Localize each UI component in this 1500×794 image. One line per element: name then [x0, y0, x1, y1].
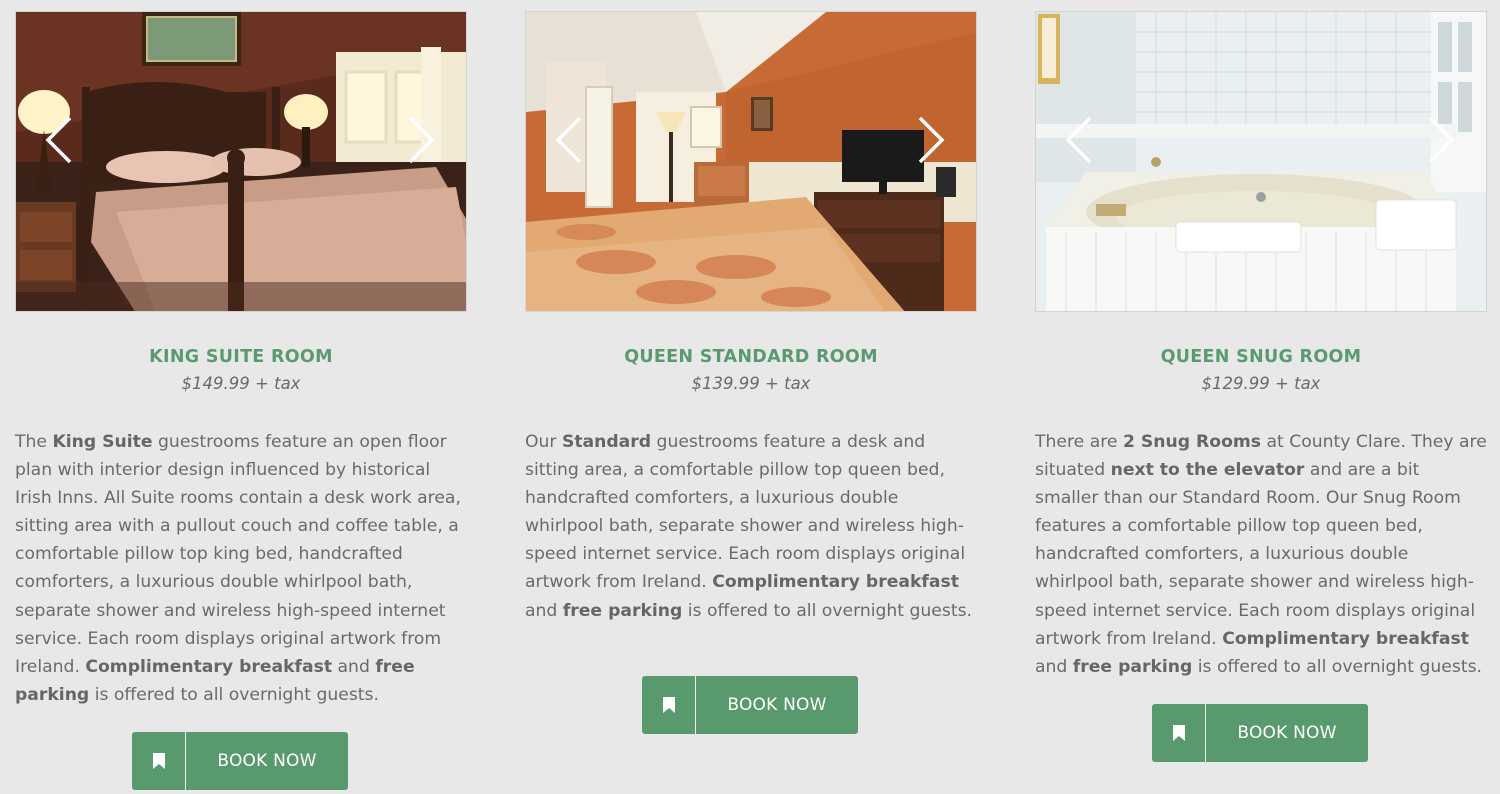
room-price: $139.99 + tax — [691, 374, 811, 393]
room-card-king-suite: KING SUITE ROOM $149.99 + tax The King S… — [15, 11, 467, 790]
book-now-label: BOOK NOW — [727, 695, 827, 715]
carousel-prev-button[interactable] — [554, 115, 584, 165]
chevron-right-icon — [918, 116, 945, 164]
room-card-queen-snug: QUEEN SNUG ROOM $129.99 + tax There are … — [1035, 11, 1487, 762]
king-suite-photo — [16, 12, 466, 311]
bookmark-icon — [1152, 704, 1206, 762]
carousel-next-button[interactable] — [1426, 115, 1456, 165]
room-price: $129.99 + tax — [1201, 374, 1321, 393]
chevron-right-icon — [408, 116, 435, 164]
chevron-left-icon — [1065, 116, 1092, 164]
room-description: The King Suite guestrooms feature an ope… — [15, 432, 461, 705]
chevron-left-icon — [45, 116, 72, 164]
carousel-next-button[interactable] — [406, 115, 436, 165]
queen-standard-photo — [526, 12, 976, 311]
room-description: Our Standard guestrooms feature a desk a… — [525, 432, 972, 621]
book-now-button[interactable]: BOOK NOW — [1152, 704, 1368, 762]
book-now-label: BOOK NOW — [1237, 723, 1337, 743]
room-photo-carousel[interactable] — [15, 11, 467, 312]
bookmark-icon — [642, 676, 696, 734]
carousel-prev-button[interactable] — [1064, 115, 1094, 165]
chevron-left-icon — [555, 116, 582, 164]
chevron-right-icon — [1428, 116, 1455, 164]
book-now-button[interactable]: BOOK NOW — [642, 676, 858, 734]
book-now-button[interactable]: BOOK NOW — [132, 732, 348, 790]
queen-snug-photo — [1036, 12, 1486, 311]
room-price: $149.99 + tax — [181, 374, 301, 393]
carousel-next-button[interactable] — [916, 115, 946, 165]
room-title: QUEEN SNUG ROOM — [1160, 347, 1362, 367]
room-photo-carousel[interactable] — [1035, 11, 1487, 312]
room-title: QUEEN STANDARD ROOM — [624, 347, 878, 367]
bookmark-icon — [132, 732, 186, 790]
room-description: There are 2 Snug Rooms at County Clare. … — [1035, 432, 1487, 677]
room-title: KING SUITE ROOM — [149, 347, 333, 367]
room-photo-carousel[interactable] — [525, 11, 977, 312]
book-now-label: BOOK NOW — [217, 751, 317, 771]
room-card-queen-standard: QUEEN STANDARD ROOM $139.99 + tax Our St… — [525, 11, 977, 734]
carousel-prev-button[interactable] — [44, 115, 74, 165]
